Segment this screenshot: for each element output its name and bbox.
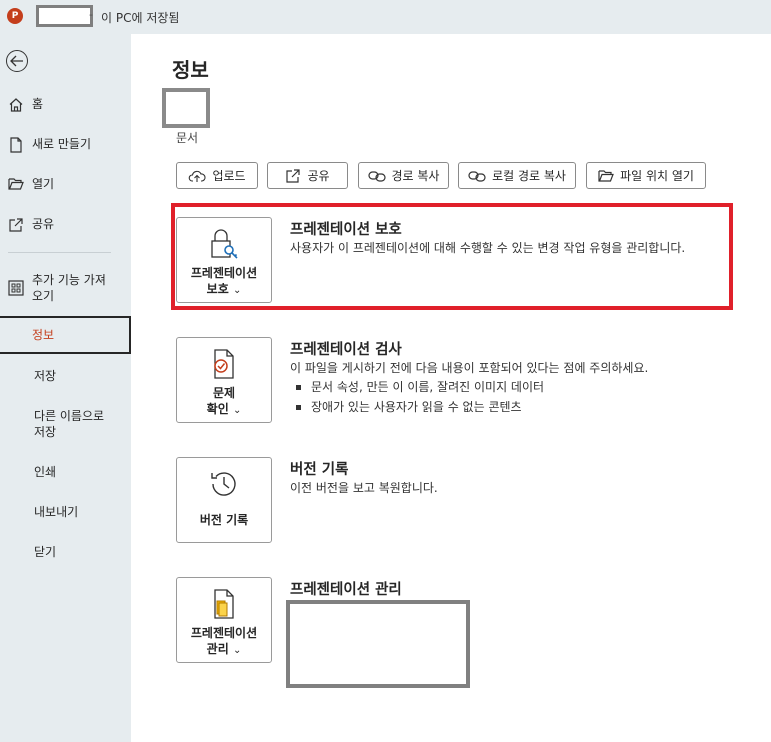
open-file-location-label: 파일 위치 열기	[620, 169, 694, 183]
sidebar-item-label: 새로 만들기	[32, 137, 92, 151]
sidebar-item-print[interactable]: 인쇄	[0, 464, 131, 480]
share-icon	[9, 218, 23, 232]
check-for-issues-button[interactable]: 문제 확인 ⌄	[176, 337, 272, 423]
copy-local-path-label: 로컬 경로 복사	[492, 169, 566, 183]
check-button-label-line1: 문제	[212, 386, 236, 400]
sidebar-item-label: 공유	[32, 217, 55, 231]
sidebar-item-open[interactable]: 열기	[0, 176, 131, 192]
sidebar-item-save[interactable]: 저장	[0, 368, 131, 384]
sidebar-item-export[interactable]: 내보내기	[0, 504, 131, 520]
version-history-section-title: 버전 기록	[290, 462, 349, 478]
upload-label: 업로드	[212, 169, 246, 183]
sidebar-item-label: 정보	[32, 328, 55, 342]
sidebar-item-label: 저장	[34, 369, 57, 383]
addins-grid-icon	[8, 280, 24, 296]
redacted-content	[286, 600, 470, 688]
chevron-down-icon: ⌄	[232, 645, 242, 656]
sidebar-item-info[interactable]: 정보	[0, 316, 131, 354]
check-button-label-line2: 확인	[206, 402, 229, 416]
back-arrow-icon	[10, 55, 23, 67]
manage-button-label-line1: 프레젠테이션	[190, 626, 258, 640]
manage-presentation-icon	[214, 589, 234, 619]
copy-local-path-button[interactable]: 로컬 경로 복사	[458, 162, 576, 189]
inspect-document-icon	[214, 349, 234, 379]
sidebar-item-label: 다른 이름으로 저장	[34, 409, 105, 439]
copy-path-label: 경로 복사	[391, 169, 440, 183]
sidebar-item-label: 인쇄	[34, 465, 57, 479]
powerpoint-logo-icon: P	[7, 8, 26, 24]
manage-section-title: 프레젠테이션 관리	[290, 582, 402, 598]
inspect-section-description: 이 파일을 게시하기 전에 다음 내용이 포함되어 있다는 점에 주의하세요.	[290, 361, 649, 375]
page-title: 정보	[172, 58, 209, 82]
info-pane: 정보 문서 업로드 공유 경로 복사 로컬 경로 복사 파일 위치 열기 프레젠…	[131, 34, 771, 742]
sidebar-item-label: 홈	[32, 97, 44, 111]
list-item: 문서 속성, 만든 이 이름, 잘려진 이미지 데이터	[290, 377, 544, 397]
new-document-icon	[10, 137, 22, 153]
copy-path-button[interactable]: 경로 복사	[358, 162, 449, 189]
sidebar-item-label: 닫기	[34, 545, 57, 559]
highlight-box	[171, 203, 733, 310]
title-bar: P - 이 PC에 저장됨	[0, 0, 771, 34]
version-history-section-description: 이전 버전을 보고 복원합니다.	[290, 481, 438, 495]
sidebar-item-close[interactable]: 닫기	[0, 544, 131, 560]
sidebar-divider	[8, 252, 111, 253]
history-clock-icon	[211, 472, 236, 496]
backstage-sidebar: 홈 새로 만들기 열기 공유 추가 기능 가져오기 정보 저장 다른 이름으로 …	[0, 34, 131, 742]
manage-presentation-button[interactable]: 프레젠테이션 관리 ⌄	[176, 577, 272, 663]
link-icon	[367, 170, 386, 182]
cloud-upload-icon	[189, 170, 206, 182]
sidebar-item-label: 열기	[32, 177, 55, 191]
sidebar-item-share[interactable]: 공유	[0, 216, 131, 233]
version-history-button-label: 버전 기록	[199, 513, 249, 527]
back-button[interactable]	[6, 50, 28, 72]
sidebar-item-new[interactable]: 새로 만들기	[0, 136, 131, 153]
upload-button[interactable]: 업로드	[176, 162, 258, 189]
link-icon	[468, 170, 486, 182]
list-item: 장애가 있는 사용자가 읽을 수 없는 콘텐츠	[290, 397, 544, 417]
save-status: 이 PC에 저장됨	[101, 11, 180, 25]
sidebar-item-get-addins[interactable]: 추가 기능 가져오기	[0, 272, 131, 304]
sidebar-item-home[interactable]: 홈	[0, 96, 131, 113]
sidebar-item-label: 내보내기	[34, 505, 79, 519]
share-icon	[286, 168, 301, 183]
sidebar-item-save-as[interactable]: 다른 이름으로 저장	[0, 408, 131, 440]
share-button[interactable]: 공유	[267, 162, 348, 189]
inspect-bullet-list: 문서 속성, 만든 이 이름, 잘려진 이미지 데이터 장애가 있는 사용자가 …	[290, 377, 544, 417]
redacted-document-thumbnail	[162, 88, 210, 128]
chevron-down-icon: ⌄	[232, 405, 242, 416]
manage-button-label-line2: 관리	[206, 642, 229, 656]
title-separator: -	[89, 8, 93, 21]
redacted-filename	[36, 5, 93, 27]
inspect-section-title: 프레젠테이션 검사	[290, 342, 402, 358]
share-label: 공유	[307, 169, 330, 183]
folder-open-icon	[8, 178, 24, 190]
folder-open-icon	[598, 169, 614, 182]
document-location-label: 문서	[176, 131, 199, 145]
version-history-button[interactable]: 버전 기록	[176, 457, 272, 543]
home-icon	[9, 98, 23, 112]
sidebar-item-label: 추가 기능 가져오기	[32, 273, 106, 303]
open-file-location-button[interactable]: 파일 위치 열기	[586, 162, 706, 189]
